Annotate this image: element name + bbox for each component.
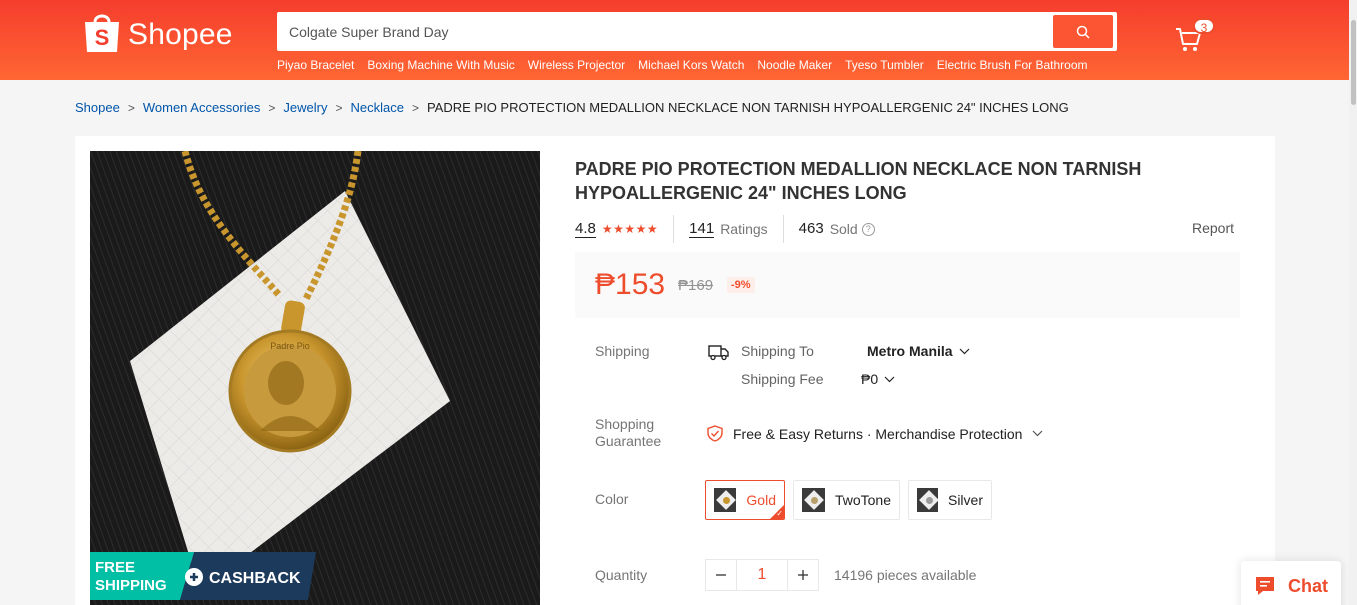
report-link[interactable]: Report xyxy=(1192,220,1234,236)
plus-icon xyxy=(798,570,808,580)
current-price: ₱153 xyxy=(595,268,666,301)
variant-label: Silver xyxy=(947,492,983,508)
search-input[interactable] xyxy=(289,12,1049,51)
search-button[interactable] xyxy=(1053,15,1113,48)
breadcrumb-link[interactable]: Shopee xyxy=(75,100,120,115)
logo-text: Shopee xyxy=(128,18,233,51)
guarantee-label: Shopping Guarantee xyxy=(595,416,661,450)
medallion-text: Padre Pio xyxy=(270,341,310,351)
keyword-link[interactable]: Electric Brush For Bathroom xyxy=(937,58,1088,72)
shipping-label: Shipping xyxy=(595,343,650,359)
discount-badge: -9% xyxy=(727,277,755,293)
guarantee-dropdown[interactable]: Free & Easy Returns · Merchandise Protec… xyxy=(707,425,1043,442)
cart-button[interactable]: 3 xyxy=(1175,18,1215,56)
shipping-location-dropdown[interactable]: Metro Manila xyxy=(867,343,970,359)
variant-thumbnail xyxy=(917,488,938,512)
chat-label: Chat xyxy=(1288,575,1328,596)
ratings-label: Ratings xyxy=(720,221,768,237)
chevron-right-icon: > xyxy=(268,100,276,115)
search-suggestions: Piyao Bracelet Boxing Machine With Music… xyxy=(277,58,1101,72)
truck-icon xyxy=(708,345,729,361)
chevron-down-icon xyxy=(959,348,970,354)
variant-thumbnail xyxy=(714,488,737,512)
svg-text:S: S xyxy=(95,25,110,50)
variant-label: TwoTone xyxy=(834,492,891,508)
scrollbar-thumb[interactable] xyxy=(1351,20,1356,105)
top-header: S Shopee Piyao Bracelet Boxing Machine W… xyxy=(0,0,1349,80)
product-stats: 4.8 ★★★★★ 141 Ratings 463 Sold ? xyxy=(575,215,875,243)
quantity-stepper xyxy=(705,559,819,591)
promo-free-text: FREE xyxy=(95,559,135,576)
color-option-twotone[interactable]: TwoTone xyxy=(793,480,900,520)
chevron-down-icon xyxy=(884,376,895,382)
color-option-silver[interactable]: Silver xyxy=(908,480,992,520)
necklace-photo: Padre Pio xyxy=(90,151,540,605)
breadcrumb-current: PADRE PIO PROTECTION MEDALLION NECKLACE … xyxy=(426,100,1069,115)
chevron-right-icon: > xyxy=(335,100,343,115)
ratings-count[interactable]: 141 xyxy=(689,220,715,238)
help-icon[interactable]: ? xyxy=(861,222,875,236)
breadcrumb: Shopee > Women Accessories > Jewelry > N… xyxy=(75,100,1069,115)
keyword-link[interactable]: Noodle Maker xyxy=(757,58,832,72)
stock-available: 14196 pieces available xyxy=(834,567,977,583)
breadcrumb-link[interactable]: Jewelry xyxy=(283,100,327,115)
promo-shipping-text: SHIPPING xyxy=(95,577,167,594)
divider xyxy=(673,215,675,243)
breadcrumb-link[interactable]: Necklace xyxy=(350,100,403,115)
sold-count: 463 xyxy=(798,220,824,237)
color-option-gold[interactable]: Gold ✓ xyxy=(705,480,785,520)
keyword-link[interactable]: Wireless Projector xyxy=(528,58,625,72)
quantity-input[interactable] xyxy=(737,559,787,591)
guarantee-label-line2: Guarantee xyxy=(595,433,662,449)
keyword-link[interactable]: Piyao Bracelet xyxy=(277,58,354,72)
variant-thumbnail xyxy=(802,488,825,512)
checkmark-icon: ✓ xyxy=(776,509,783,518)
shipping-location: Metro Manila xyxy=(867,343,953,359)
rating-value[interactable]: 4.8 xyxy=(575,220,596,238)
divider xyxy=(782,215,784,243)
shopee-logo[interactable]: S Shopee xyxy=(82,10,233,54)
guarantee-text: Free & Easy Returns · Merchandise Protec… xyxy=(733,425,1023,442)
keyword-link[interactable]: Michael Kors Watch xyxy=(638,58,744,72)
cart-count-badge: 3 xyxy=(1193,18,1215,35)
increase-quantity-button[interactable] xyxy=(787,559,819,591)
keyword-link[interactable]: Tyeso Tumbler xyxy=(845,58,924,72)
keyword-link[interactable]: Boxing Machine With Music xyxy=(367,58,514,72)
shield-icon xyxy=(707,425,723,442)
search-icon xyxy=(1076,25,1090,39)
product-image[interactable]: Padre Pio xyxy=(90,151,540,605)
quantity-label: Quantity xyxy=(595,567,648,583)
chat-button[interactable]: Chat xyxy=(1241,561,1341,605)
guarantee-label-line1: Shopping xyxy=(595,416,655,432)
breadcrumb-link[interactable]: Women Accessories xyxy=(143,100,261,115)
shopping-bag-icon: S xyxy=(85,14,119,52)
chevron-right-icon: > xyxy=(411,100,419,115)
chat-icon xyxy=(1256,577,1274,595)
promo-cashback-text: CASHBACK xyxy=(209,570,301,587)
original-price: ₱169 xyxy=(678,277,714,294)
shipping-fee-dropdown[interactable]: ₱0 xyxy=(861,371,895,387)
promo-banner: FREE SHIPPING CASHBACK xyxy=(90,552,316,600)
price-section: ₱153 ₱169 -9% xyxy=(575,252,1240,318)
shipping-fee: ₱0 xyxy=(861,371,879,387)
chevron-right-icon: > xyxy=(127,100,135,115)
rating-stars-icon: ★★★★★ xyxy=(601,222,659,236)
search-bar xyxy=(277,12,1117,51)
chevron-down-icon xyxy=(1033,430,1043,437)
shipping-to-label: Shipping To xyxy=(741,343,814,359)
decrease-quantity-button[interactable] xyxy=(705,559,737,591)
color-label: Color xyxy=(595,491,629,507)
sold-label: Sold xyxy=(829,221,858,237)
product-title: PADRE PIO PROTECTION MEDALLION NECKLACE … xyxy=(575,159,1142,203)
shipping-fee-label: Shipping Fee xyxy=(741,371,824,387)
minus-icon xyxy=(716,574,726,576)
